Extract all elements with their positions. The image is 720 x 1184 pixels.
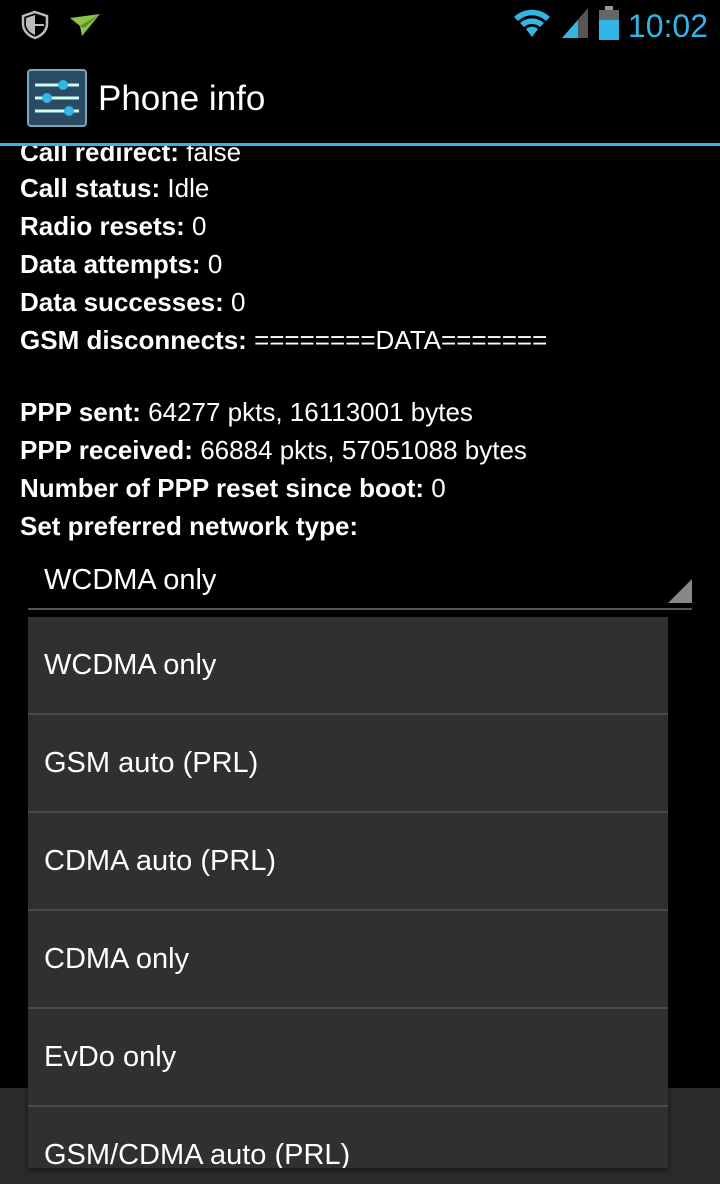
dropdown-option-gsm-cdma-auto-prl[interactable]: GSM/CDMA auto (PRL) bbox=[28, 1107, 668, 1168]
dropdown-option-wcdma-only[interactable]: WCDMA only bbox=[28, 617, 668, 715]
network-type-spinner[interactable]: WCDMA only bbox=[28, 558, 692, 610]
info-call-redirect: Call redirect: false bbox=[20, 146, 242, 167]
shield-icon bbox=[20, 10, 50, 45]
battery-icon bbox=[598, 6, 620, 45]
dropdown-option-cdma-only[interactable]: CDMA only bbox=[28, 911, 668, 1009]
spinner-arrow-icon bbox=[668, 579, 692, 608]
network-type-dropdown: WCDMA only GSM auto (PRL) CDMA auto (PRL… bbox=[28, 617, 668, 1168]
info-radio-resets: Radio resets: 0 bbox=[20, 211, 207, 241]
status-bar: 10:02 bbox=[0, 0, 720, 50]
info-data-attempts: Data attempts: 0 bbox=[20, 249, 223, 279]
info-gsm-disconnects: GSM disconnects: ========DATA======= bbox=[20, 325, 548, 355]
info-network-type-label: Set preferred network type: bbox=[20, 511, 359, 541]
action-bar: Phone info bbox=[0, 50, 720, 146]
wifi-icon bbox=[512, 7, 552, 44]
dropdown-option-cdma-auto-prl[interactable]: CDMA auto (PRL) bbox=[28, 813, 668, 911]
dropdown-option-gsm-auto-prl[interactable]: GSM auto (PRL) bbox=[28, 715, 668, 813]
spinner-selected-value: WCDMA only bbox=[44, 564, 217, 596]
info-ppp-received: PPP received: 66884 pkts, 57051088 bytes bbox=[20, 435, 527, 465]
settings-sliders-icon[interactable] bbox=[27, 69, 87, 127]
info-ppp-sent: PPP sent: 64277 pkts, 16113001 bytes bbox=[20, 397, 473, 427]
page-title: Phone info bbox=[98, 79, 266, 118]
cell-signal-icon bbox=[560, 6, 590, 45]
status-time: 10:02 bbox=[627, 7, 708, 44]
info-call-status: Call status: Idle bbox=[20, 173, 210, 203]
dropdown-option-evdo-only[interactable]: EvDo only bbox=[28, 1009, 668, 1107]
info-ppp-reset: Number of PPP reset since boot: 0 bbox=[20, 473, 446, 503]
info-data-successes: Data successes: 0 bbox=[20, 287, 246, 317]
paper-plane-icon bbox=[68, 12, 102, 43]
